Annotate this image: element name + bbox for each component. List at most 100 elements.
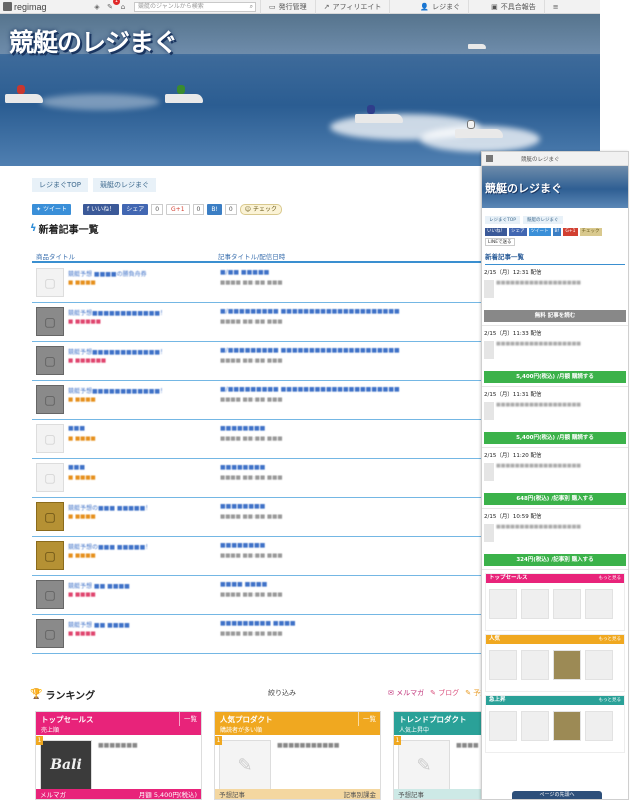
mobile-new-articles-heading: 新着記事一覧: [485, 251, 625, 265]
mobile-purchase-button[interactable]: 324円(税込) /記事別 購入する: [484, 554, 626, 566]
mobile-ranking-thumb[interactable]: [553, 589, 581, 619]
mobile-ranking-thumb[interactable]: [521, 650, 549, 680]
mobile-article-title[interactable]: ■■■■■■■■■■■■■■■■■■: [484, 524, 626, 530]
mobile-share-button[interactable]: いいね！: [485, 228, 507, 236]
ranking-product-image[interactable]: ✎: [398, 740, 450, 790]
mobile-share-button[interactable]: B!: [552, 228, 562, 236]
mobile-ranking-more-link[interactable]: もっと見る: [599, 635, 622, 644]
mobile-purchase-button[interactable]: 648円(税込) /記事別 購入する: [484, 493, 626, 505]
mobile-purchase-button[interactable]: 5,400円(税込) /月額 購読する: [484, 432, 626, 444]
mobile-ranking-thumb[interactable]: [585, 711, 613, 741]
mobile-article-list: 2/15（月）12:31 配信 ■■■■■■■■■■■■■■■■■■ 無料 記事を読…: [482, 265, 628, 570]
mobile-ranking-more-link[interactable]: もっと見る: [599, 696, 622, 705]
article-title-link[interactable]: ■■■■■■■■: [220, 542, 265, 549]
home-icon[interactable]: ⌂: [118, 2, 128, 11]
chat-icon[interactable]: ✎ 1: [105, 0, 120, 11]
ranking-product-name[interactable]: ■■■■■■■■■■■: [277, 742, 339, 749]
product-title-link[interactable]: ■■■: [68, 425, 85, 432]
product-thumbnail[interactable]: ▢: [36, 619, 64, 648]
article-title-link[interactable]: ■■■■ ■■■■: [220, 581, 267, 588]
monitor-icon: ▭: [269, 2, 276, 11]
tweet-button[interactable]: ✦ ツイート: [32, 204, 72, 215]
product-thumbnail[interactable]: ▢: [36, 385, 64, 414]
article-date: ■■■■ ■■:■■ ■■■: [220, 475, 283, 481]
ranking-all-button[interactable]: 一覧: [179, 712, 201, 726]
article-title-link[interactable]: ■/■■■■■■■■■ ■■■■■■■■■■■■■■■■■■■■■: [220, 386, 400, 393]
mobile-share-button[interactable]: LINEで送る: [485, 238, 515, 246]
breadcrumb-boatrace[interactable]: 競艇のレジまぐ: [93, 178, 157, 192]
product-thumbnail[interactable]: ▢: [36, 580, 64, 609]
article-title-link[interactable]: ■/■■■■■■■■■ ■■■■■■■■■■■■■■■■■■■■■: [220, 347, 400, 354]
mobile-ranking-thumb[interactable]: [489, 711, 517, 741]
ranking-card-subtitle: 購読者が多い順: [215, 726, 380, 735]
tab-mailmag[interactable]: ✉ メルマガ: [388, 688, 424, 698]
nav-affiliate[interactable]: ↗ アフィリエイト: [314, 0, 390, 14]
product-title-link[interactable]: 競艇予想■■■■■■■■■■■■！: [68, 386, 166, 395]
product-title-link[interactable]: 競艇予想■■■■■■■■■■■■！: [68, 347, 166, 356]
mobile-purchase-button[interactable]: 無料 記事を読む: [484, 310, 626, 322]
mobile-ranking-thumb[interactable]: [521, 589, 549, 619]
product-thumbnail[interactable]: ▢: [36, 502, 64, 531]
back-to-top-button[interactable]: ページの先頭へ: [512, 791, 602, 799]
product-thumbnail[interactable]: ▢: [36, 268, 64, 297]
mobile-article-title[interactable]: ■■■■■■■■■■■■■■■■■■: [484, 402, 626, 408]
product-title-link[interactable]: 競艇予想 ■■■■の勝負舟券: [68, 269, 147, 278]
mobile-article-title[interactable]: ■■■■■■■■■■■■■■■■■■: [484, 280, 626, 286]
nav-regimag[interactable]: 👤 レジまぐ: [389, 0, 468, 14]
mobile-share-button[interactable]: シェア: [509, 228, 527, 236]
ranking-product-name[interactable]: ■■■■: [456, 742, 479, 749]
mobile-ranking-thumb[interactable]: [553, 711, 581, 741]
mobile-ranking-thumb[interactable]: [585, 589, 613, 619]
article-title-link[interactable]: ■■■■■■■■: [220, 425, 265, 432]
nav-publish-manage[interactable]: ▭ 発行管理: [260, 0, 315, 14]
product-title-link[interactable]: 競艇予想の■■■ ■■■■■！: [68, 503, 151, 512]
article-title-link[interactable]: ■/■■■■■■■■■ ■■■■■■■■■■■■■■■■■■■■■: [220, 308, 400, 315]
product-thumbnail[interactable]: ▢: [36, 346, 64, 375]
cube-icon[interactable]: ◈: [92, 2, 102, 11]
product-thumbnail[interactable]: ▢: [36, 307, 64, 336]
ranking-product-image[interactable]: ✎: [219, 740, 271, 790]
product-title-link[interactable]: ■■■: [68, 464, 85, 471]
product-thumbnail[interactable]: ▢: [36, 424, 64, 453]
search-icon[interactable]: ⌕: [250, 3, 253, 11]
product-title-link[interactable]: 競艇予想 ■■ ■■■■: [68, 581, 130, 590]
gplus-button[interactable]: G+1: [166, 204, 190, 215]
mobile-purchase-button[interactable]: 5,400円(税込) /月額 購読する: [484, 371, 626, 383]
mobile-ranking-thumb[interactable]: [489, 589, 517, 619]
mobile-ranking-more-link[interactable]: もっと見る: [599, 574, 622, 583]
like-button[interactable]: f いいね！: [83, 204, 120, 215]
ranking-product-image[interactable]: Bali: [40, 740, 92, 790]
ranking-product-name[interactable]: ■■■■■■■: [98, 742, 138, 749]
product-title-link[interactable]: 競艇予想 ■■ ■■■■: [68, 620, 130, 629]
mobile-breadcrumb-top[interactable]: レジまぐTOP: [485, 216, 521, 224]
article-title-link[interactable]: ■■■■■■■■: [220, 503, 265, 510]
article-title-link[interactable]: ■■■■■■■■■ ■■■■: [220, 620, 296, 627]
product-title-link[interactable]: 競艇予想■■■■■■■■■■■■！: [68, 308, 166, 317]
mobile-share-button[interactable]: G+1: [563, 228, 578, 236]
mobile-ranking-thumb[interactable]: [489, 650, 517, 680]
menu-button[interactable]: ≡: [543, 0, 567, 14]
search-input[interactable]: 競艇のジャンルから検索 ⌕: [134, 1, 256, 12]
product-thumbnail[interactable]: ▢: [36, 463, 64, 492]
product-title-link[interactable]: 競艇予想の■■■ ■■■■■！: [68, 542, 151, 551]
breadcrumb-regimag-top[interactable]: レジまぐTOP: [32, 178, 89, 192]
mobile-ranking-thumb[interactable]: [585, 650, 613, 680]
ranking-all-button[interactable]: 一覧: [358, 712, 380, 726]
tab-blog[interactable]: ✎ ブログ: [430, 688, 459, 698]
article-title-link[interactable]: ■/■■ ■■■■■: [220, 269, 269, 276]
article-title-link[interactable]: ■■■■■■■■: [220, 464, 265, 471]
product-thumbnail[interactable]: ▢: [36, 541, 64, 570]
hatena-button[interactable]: B!: [207, 204, 222, 215]
mobile-article-title[interactable]: ■■■■■■■■■■■■■■■■■■: [484, 341, 626, 347]
mobile-article-title[interactable]: ■■■■■■■■■■■■■■■■■■: [484, 463, 626, 469]
check-button[interactable]: ☺ チェック: [239, 204, 282, 215]
fb-share-button[interactable]: シェア: [122, 204, 149, 215]
mobile-share-button[interactable]: チェック: [579, 228, 602, 236]
site-logo[interactable]: regimag: [0, 2, 92, 12]
mobile-ranking-thumb[interactable]: [521, 711, 549, 741]
nav-bug-report[interactable]: ▣ 不具合報告: [468, 0, 544, 14]
check-icon: ☺: [244, 206, 251, 213]
mobile-share-button[interactable]: ツイート: [528, 228, 551, 236]
mobile-ranking-thumb[interactable]: [553, 650, 581, 680]
mobile-breadcrumb-boatrace[interactable]: 競艇のレジまぐ: [523, 216, 563, 224]
